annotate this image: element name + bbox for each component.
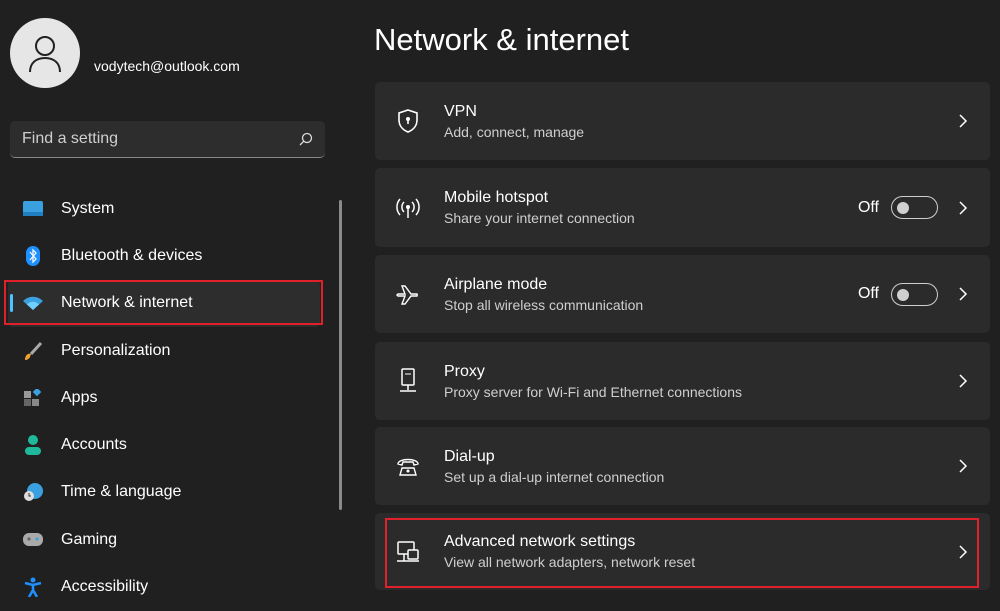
card-subtitle: Set up a dial-up internet connection <box>444 468 665 485</box>
sidebar-item-accounts[interactable]: Accounts <box>8 421 320 468</box>
accounts-icon <box>22 434 44 456</box>
card-subtitle: Proxy server for Wi-Fi and Ethernet conn… <box>444 383 743 400</box>
sidebar-scrollbar[interactable] <box>339 200 342 510</box>
proxy-card[interactable]: Proxy Proxy server for Wi-Fi and Ethernet… <box>375 342 990 420</box>
bluetooth-icon <box>22 245 44 267</box>
apps-icon <box>22 387 44 409</box>
card-subtitle: Stop all wireless communication <box>444 296 644 313</box>
toggle-state: Off <box>857 285 879 302</box>
card-title: Dial-up <box>444 447 495 465</box>
search-input[interactable] <box>22 130 282 148</box>
sidebar-item-label: Time & language <box>61 483 182 501</box>
sidebar-item-label: System <box>61 199 115 217</box>
card-subtitle: Share your internet connection <box>444 210 635 226</box>
gaming-icon <box>22 529 44 551</box>
airplane-mode-card[interactable]: Airplane mode Stop all wireless communica… <box>375 255 990 333</box>
time-language-icon <box>22 481 44 503</box>
chevron-right-icon <box>959 287 968 301</box>
sidebar-item-label: Accounts <box>61 436 127 454</box>
card-subtitle: Add, connect, manage <box>444 123 585 140</box>
mobile-hotspot-toggle[interactable] <box>891 196 938 219</box>
dial-up-card[interactable]: Dial-up Set up a dial-up internet connect… <box>375 427 990 505</box>
sidebar-item-personalization[interactable]: Personalization <box>8 327 320 374</box>
avatar[interactable] <box>10 18 80 88</box>
airplane-mode-toggle[interactable] <box>891 282 938 306</box>
sidebar-item-gaming[interactable]: Gaming <box>8 516 320 563</box>
hotspot-icon <box>395 197 421 219</box>
search-icon[interactable] <box>299 132 313 146</box>
sidebar-item-label: Bluetooth & devices <box>61 246 203 264</box>
vpn-card[interactable]: VPN Add, connect, manage <box>375 82 990 160</box>
accessibility-icon <box>22 576 44 598</box>
sidebar-item-label: Apps <box>61 388 98 406</box>
highlight-box-advanced <box>385 518 979 588</box>
proxy-icon <box>395 368 421 394</box>
sidebar-item-apps[interactable]: Apps <box>8 374 320 421</box>
search-box[interactable] <box>10 121 325 158</box>
page-title: Network & internet <box>374 22 629 57</box>
card-title: Airplane mode <box>444 275 548 293</box>
highlight-box-network <box>4 280 323 325</box>
card-title: VPN <box>444 102 477 120</box>
vpn-shield-icon <box>395 109 421 133</box>
sidebar-item-label: Personalization <box>61 341 171 359</box>
card-title: Proxy <box>444 362 485 380</box>
sidebar-nav: System Bluetooth & devices Network & int… <box>8 185 320 611</box>
chevron-right-icon <box>959 114 968 128</box>
card-title: Mobile hotspot <box>444 189 549 206</box>
chevron-right-icon <box>959 200 968 215</box>
dialup-icon <box>395 456 421 476</box>
sidebar-item-time-language[interactable]: Time & language <box>8 469 320 516</box>
system-icon <box>22 198 44 220</box>
brush-icon <box>22 340 44 362</box>
toggle-state: Off <box>857 198 879 216</box>
mobile-hotspot-card[interactable]: Mobile hotspot Share your internet connec… <box>375 168 990 247</box>
chevron-right-icon <box>959 374 968 388</box>
sidebar-item-system[interactable]: System <box>8 185 320 232</box>
sidebar-item-bluetooth[interactable]: Bluetooth & devices <box>8 232 320 279</box>
user-icon <box>29 36 61 73</box>
user-email: vodytech@outlook.com <box>94 58 240 74</box>
airplane-icon <box>395 283 421 305</box>
sidebar-item-label: Accessibility <box>61 578 149 596</box>
chevron-right-icon <box>959 459 968 473</box>
sidebar-item-label: Gaming <box>61 530 118 548</box>
